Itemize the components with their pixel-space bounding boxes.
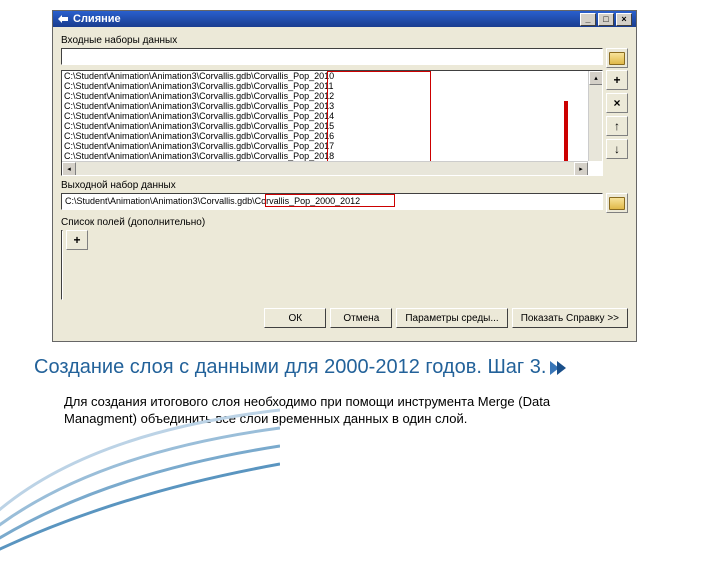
add-button[interactable]: +: [606, 70, 628, 90]
list-item[interactable]: C:\Student\Animation\Animation3\Corvalli…: [62, 111, 588, 121]
browse-output-button[interactable]: [606, 193, 628, 213]
v-scrollbar[interactable]: [61, 231, 62, 299]
list-item[interactable]: C:\Student\Animation\Animation3\Corvalli…: [62, 141, 588, 151]
caption-body: Для создания итогового слоя необходимо п…: [64, 393, 624, 427]
ok-button[interactable]: ОК: [264, 308, 326, 328]
slide-caption: Создание слоя с данными для 2000-2012 го…: [34, 356, 684, 427]
remove-button[interactable]: ×: [606, 93, 628, 113]
scroll-up-icon[interactable]: ▴: [589, 71, 603, 85]
list-item[interactable]: C:\Student\Animation\Animation3\Corvalli…: [62, 101, 588, 111]
caption-title: Создание слоя с данными для 2000-2012 го…: [34, 356, 684, 379]
browse-input-button[interactable]: [606, 48, 628, 68]
fieldmap-label: Список полей (дополнительно): [61, 217, 628, 228]
merge-dialog: Слияние _ □ × Входные наборы данных C:\S…: [52, 10, 637, 342]
window-title: Слияние: [73, 13, 578, 25]
input-label: Входные наборы данных: [61, 35, 628, 46]
button-bar: ОК Отмена Параметры среды... Показать Сп…: [61, 302, 628, 328]
list-item[interactable]: C:\Student\Animation\Animation3\Corvalli…: [62, 91, 588, 101]
list-item[interactable]: C:\Student\Animation\Animation3\Corvalli…: [62, 81, 588, 91]
field-map-tree[interactable]: Date_Time (Text) Population (Short) Shap…: [61, 230, 63, 300]
list-item[interactable]: C:\Student\Animation\Animation3\Corvalli…: [62, 131, 588, 141]
slide-swoosh-decoration: [0, 400, 280, 580]
output-path-input[interactable]: C:\Student\Animation\Animation3\Corvalli…: [61, 193, 603, 210]
move-down-button[interactable]: ↓: [606, 139, 628, 159]
output-label: Выходной набор данных: [61, 180, 628, 191]
list-item[interactable]: C:\Student\Animation\Animation3\Corvalli…: [62, 151, 588, 161]
input-combo[interactable]: [61, 48, 603, 65]
input-list[interactable]: C:\Student\Animation\Animation3\Corvalli…: [61, 70, 603, 176]
close-button[interactable]: ×: [616, 13, 632, 26]
dialog-content: Входные наборы данных C:\Student\Animati…: [53, 27, 636, 341]
output-path-value: C:\Student\Animation\Animation3\Corvalli…: [65, 196, 360, 206]
h-scrollbar[interactable]: ◂ ▸: [62, 161, 588, 175]
chevron-right-icon: [552, 361, 566, 375]
move-up-button[interactable]: ↑: [606, 116, 628, 136]
show-help-button[interactable]: Показать Справку >>: [512, 308, 628, 328]
environments-button[interactable]: Параметры среды...: [396, 308, 507, 328]
list-item[interactable]: C:\Student\Animation\Animation3\Corvalli…: [62, 121, 588, 131]
cancel-button[interactable]: Отмена: [330, 308, 392, 328]
list-item[interactable]: C:\Student\Animation\Animation3\Corvalli…: [62, 71, 588, 81]
add-field-button[interactable]: +: [66, 230, 88, 250]
tool-icon: [57, 13, 69, 25]
minimize-button[interactable]: _: [580, 13, 596, 26]
scroll-right-icon[interactable]: ▸: [574, 162, 588, 176]
titlebar[interactable]: Слияние _ □ ×: [53, 11, 636, 27]
v-scrollbar[interactable]: ▴: [588, 71, 602, 161]
maximize-button[interactable]: □: [598, 13, 614, 26]
scroll-left-icon[interactable]: ◂: [62, 162, 76, 176]
